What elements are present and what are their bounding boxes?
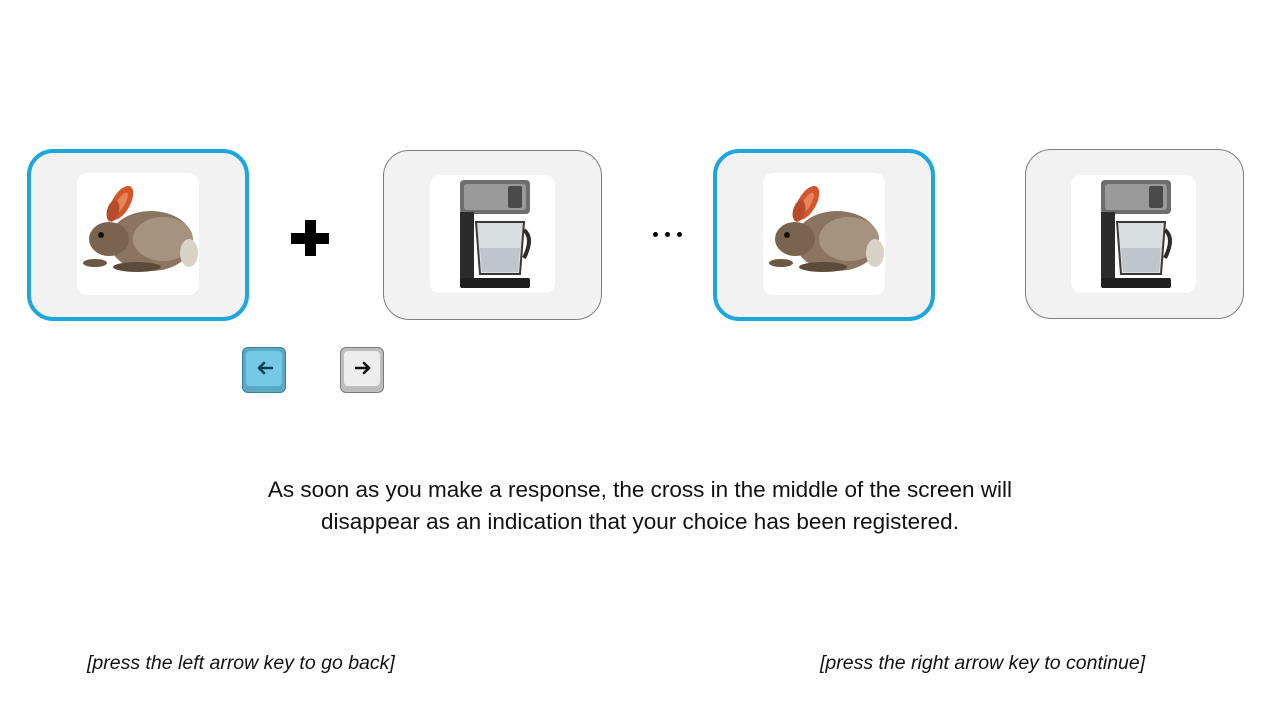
continue-hint: [press the right arrow key to continue] xyxy=(820,652,1146,674)
stimulus-card-rabbit-selected xyxy=(27,149,249,321)
ellipsis-icon xyxy=(650,232,686,238)
instruction-line-1: As soon as you make a response, the cros… xyxy=(267,477,1013,502)
fixation-cross-icon xyxy=(291,220,329,256)
instruction-screen: As soon as you make a response, the cros… xyxy=(0,0,1280,720)
left-arrow-icon xyxy=(257,361,273,375)
right-arrow-icon xyxy=(355,361,371,375)
rabbit-image xyxy=(83,185,198,272)
stimulus-card-coffee-maker xyxy=(383,150,602,320)
coffee-maker-image xyxy=(460,180,531,288)
coffee-maker-image xyxy=(1101,180,1172,288)
rabbit-image xyxy=(769,185,884,272)
go-back-hint: [press the left arrow key to go back] xyxy=(87,652,395,674)
instruction-text: As soon as you make a response, the cros… xyxy=(190,474,1090,538)
stimulus-card-coffee-maker xyxy=(1025,149,1244,319)
stimulus-card-rabbit-selected xyxy=(713,149,935,321)
right-arrow-key xyxy=(340,347,384,393)
instruction-line-2: disappear as an indication that your cho… xyxy=(321,509,959,534)
left-arrow-key xyxy=(242,347,286,393)
